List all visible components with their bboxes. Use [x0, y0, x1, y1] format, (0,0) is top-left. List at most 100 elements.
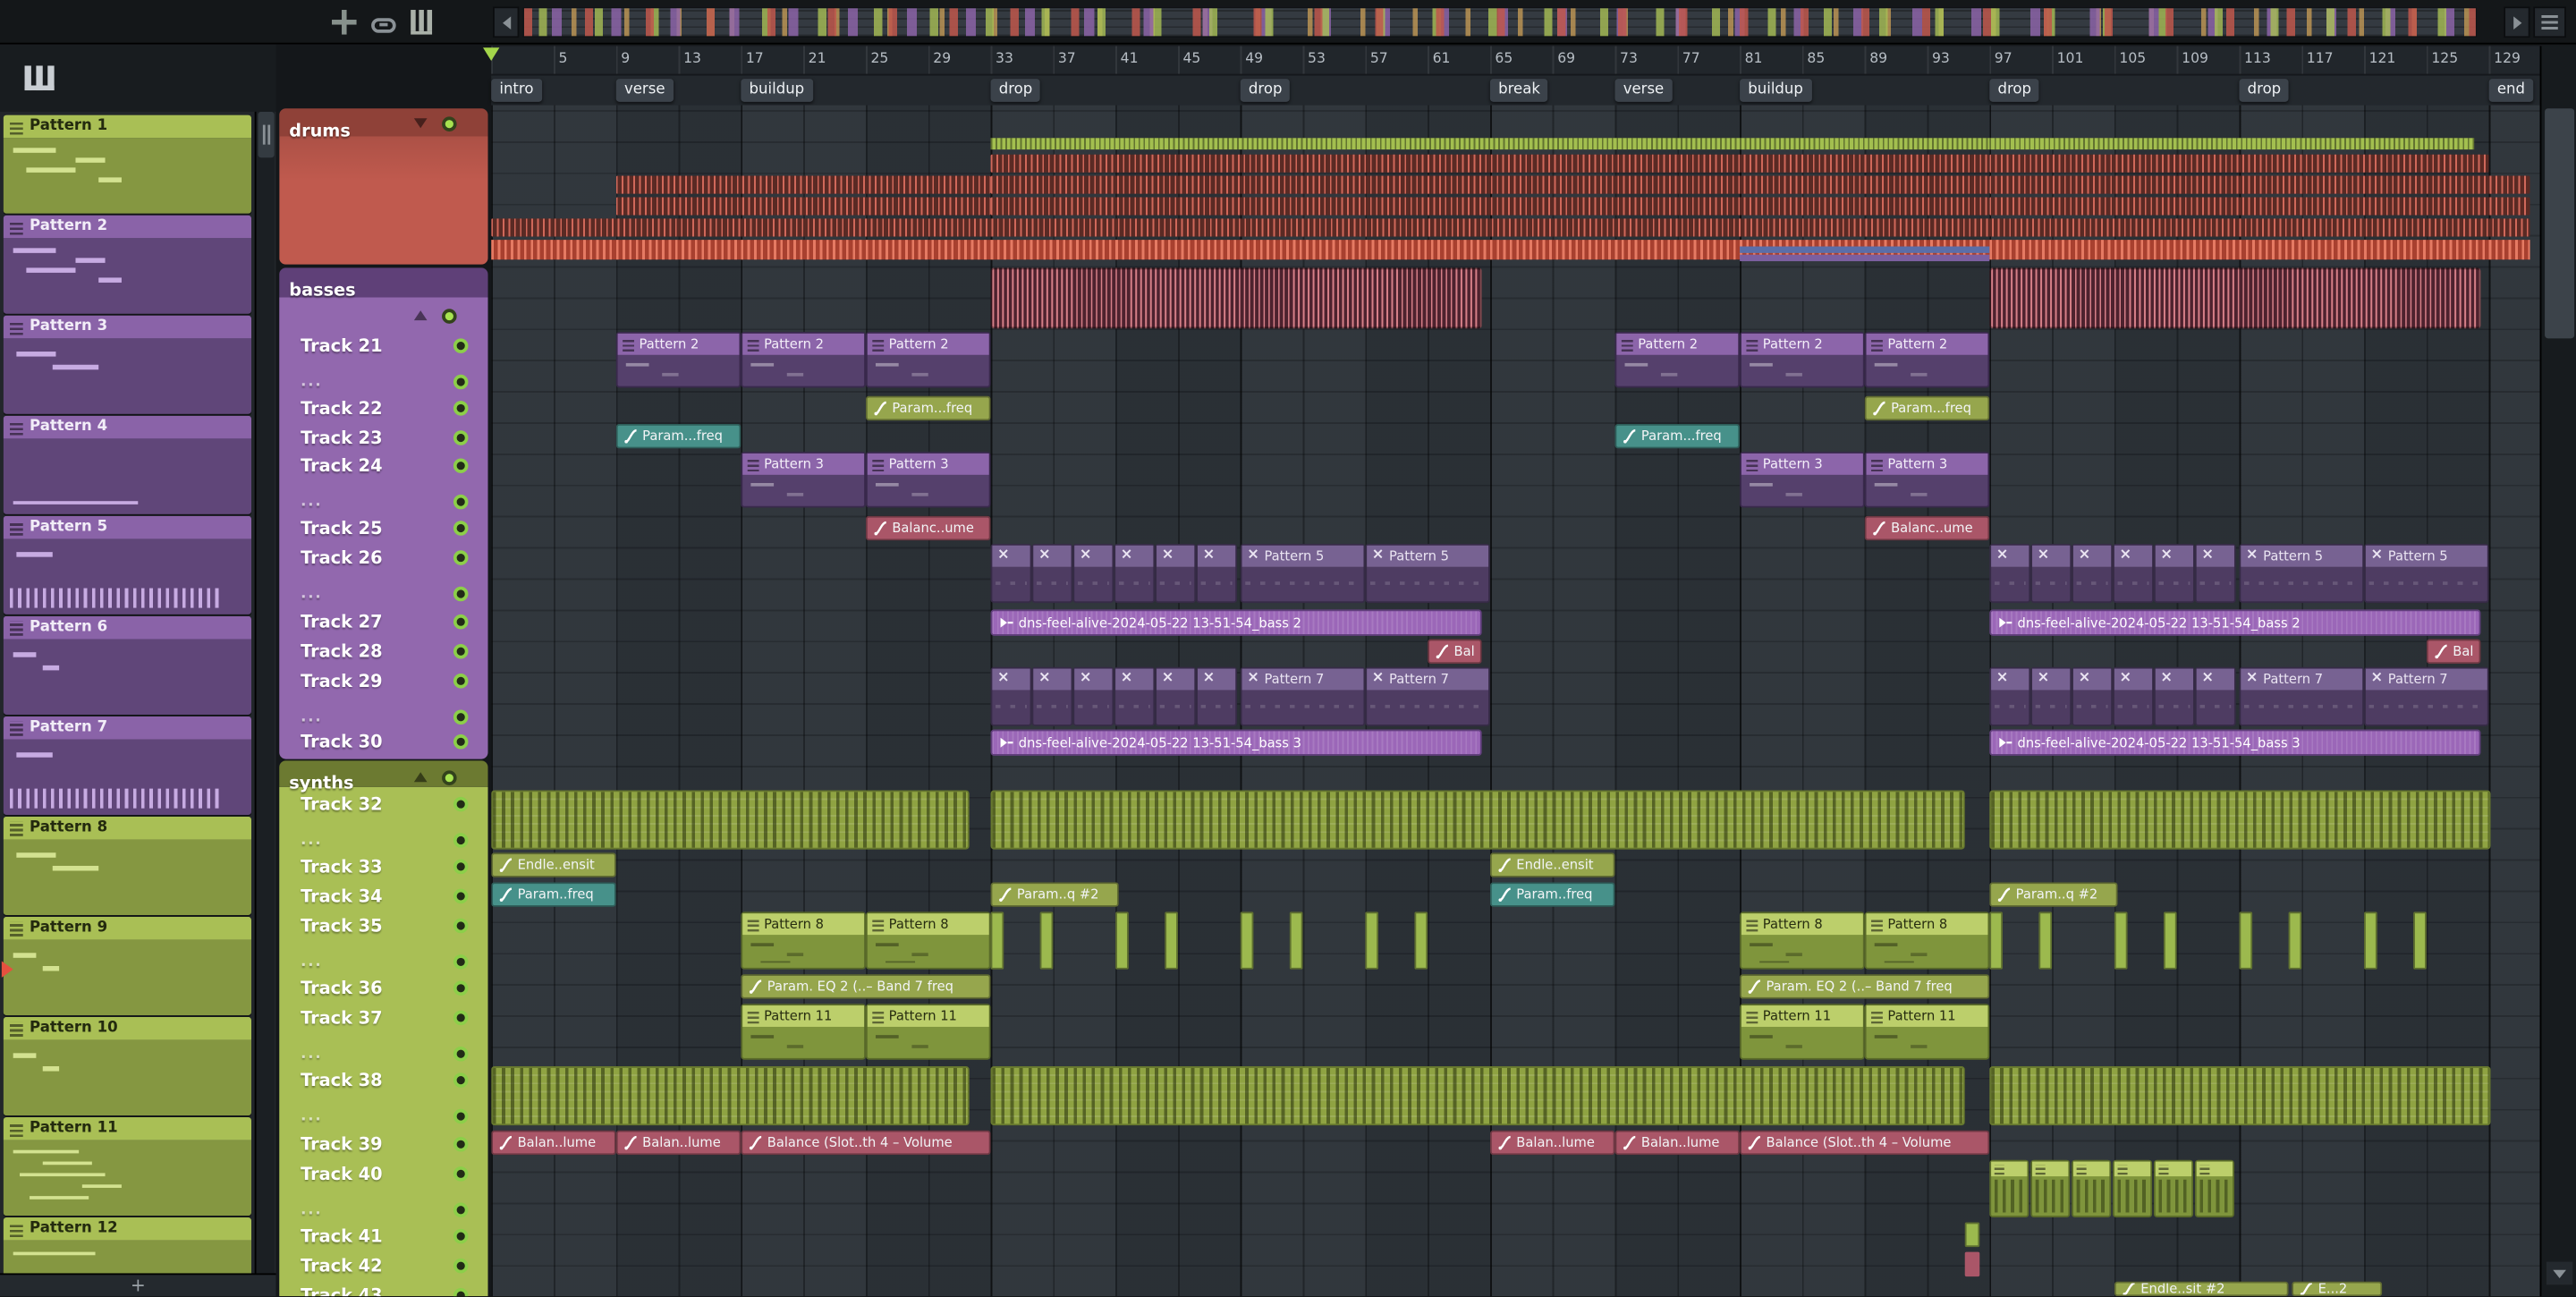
- automation-lane-row[interactable]: ...: [279, 1040, 487, 1068]
- track-mute-led[interactable]: [453, 796, 469, 812]
- muted-pattern-clip[interactable]: ×: [2113, 666, 2154, 726]
- automation-clip[interactable]: Balanc..ume: [865, 515, 991, 541]
- pattern-clip[interactable]: Pattern 11: [865, 1004, 991, 1060]
- strip-clip[interactable]: [1740, 254, 1990, 262]
- muted-pattern-clip[interactable]: × Pattern 7: [2239, 666, 2365, 726]
- automation-clip[interactable]: E...2: [2292, 1281, 2383, 1297]
- group-mute-led[interactable]: [442, 769, 457, 785]
- automation-clip[interactable]: Bal..: [2426, 639, 2481, 665]
- pattern-item[interactable]: Pattern 6: [3, 615, 252, 715]
- pattern-clip[interactable]: Pattern 3: [1864, 452, 1990, 508]
- minimap-scroll-left-button[interactable]: [493, 6, 520, 38]
- track-mute-led[interactable]: [453, 1010, 469, 1026]
- track-mute-led[interactable]: [453, 1287, 469, 1297]
- track-row[interactable]: Track 26: [279, 544, 487, 572]
- track-mute-led[interactable]: [453, 458, 469, 473]
- track-mute-led[interactable]: [453, 521, 469, 536]
- track-mute-led[interactable]: [453, 374, 469, 390]
- track-row[interactable]: Track 33: [279, 852, 487, 880]
- mini-clip[interactable]: [2413, 911, 2427, 970]
- muted-pattern-clip[interactable]: ×: [2153, 543, 2195, 604]
- track-row[interactable]: Track 38: [279, 1066, 487, 1094]
- track-row[interactable]: Track 22: [279, 394, 487, 422]
- drum-roll-clip[interactable]: [990, 175, 1990, 194]
- track-mute-led[interactable]: [453, 430, 469, 445]
- timeline-marker[interactable]: intro: [491, 78, 542, 101]
- automation-lane-row[interactable]: ...: [279, 580, 487, 607]
- pattern-clip[interactable]: Pattern 8: [865, 911, 991, 970]
- track-row[interactable]: Track 24: [279, 452, 487, 479]
- automation-clip[interactable]: Param. EQ 2 (..– Band 7 freq: [1740, 974, 1990, 999]
- track-mute-led[interactable]: [453, 1166, 469, 1182]
- pattern-clip[interactable]: Pattern 11: [1740, 1004, 1865, 1060]
- track-mute-led[interactable]: [453, 954, 469, 970]
- track-row[interactable]: Track 36: [279, 974, 487, 1002]
- mini-clip[interactable]: [1365, 911, 1379, 970]
- mini-clip[interactable]: [2239, 911, 2253, 970]
- track-row[interactable]: Track 28: [279, 638, 487, 665]
- muted-pattern-clip[interactable]: × Pattern 7: [2364, 666, 2489, 726]
- pattern-clip[interactable]: Pattern 11: [1864, 1004, 1990, 1060]
- muted-pattern-clip[interactable]: ×: [1155, 543, 1197, 604]
- scrollbar-thumb[interactable]: [258, 111, 275, 158]
- pattern-clip[interactable]: Pattern 3: [741, 452, 866, 508]
- muted-pattern-clip[interactable]: × Pattern 7: [1365, 666, 1490, 726]
- track-mute-led[interactable]: [453, 1258, 469, 1274]
- pattern-clip[interactable]: Pattern 2: [741, 332, 866, 388]
- muted-pattern-clip[interactable]: × Pattern 7: [1240, 666, 1366, 726]
- timeline-marker[interactable]: drop: [2239, 78, 2290, 101]
- track-mute-led[interactable]: [453, 833, 469, 848]
- timeline-marker[interactable]: break: [1489, 78, 1549, 101]
- automation-clip[interactable]: Balan..lume: [615, 1130, 741, 1156]
- automation-lane-row[interactable]: ...: [279, 948, 487, 976]
- pattern-clip[interactable]: Pattern 2: [615, 332, 741, 388]
- timeline-marker[interactable]: buildup: [1740, 78, 1812, 101]
- automation-clip[interactable]: Balance (Slot..th 4 – Volume: [741, 1130, 991, 1156]
- move-icon[interactable]: [332, 10, 357, 35]
- automation-clip[interactable]: Param...freq: [1614, 423, 1741, 449]
- muted-pattern-clip[interactable]: ×: [1196, 543, 1238, 604]
- muted-pattern-clip[interactable]: ×: [990, 543, 1032, 604]
- note-roll-clip[interactable]: [491, 1066, 970, 1126]
- pattern-clip[interactable]: Pattern 3: [865, 452, 991, 508]
- mini-clip[interactable]: [1289, 911, 1303, 970]
- collapse-arrow-icon[interactable]: [413, 310, 428, 321]
- muted-pattern-clip[interactable]: ×: [2072, 666, 2114, 726]
- track-mute-led[interactable]: [453, 1072, 469, 1088]
- pattern-clip[interactable]: [1989, 1159, 2029, 1218]
- note-roll-clip[interactable]: [1989, 1066, 2491, 1126]
- add-pattern-button-bottom[interactable]: +: [131, 1275, 146, 1296]
- pattern-item[interactable]: Pattern 2: [3, 215, 252, 314]
- automation-lane-row[interactable]: ...: [279, 703, 487, 731]
- timeline-marker[interactable]: verse: [1614, 78, 1673, 101]
- track-mute-led[interactable]: [453, 709, 469, 725]
- group-mute-led[interactable]: [442, 115, 457, 131]
- automation-clip[interactable]: Balan..lume: [1614, 1130, 1741, 1156]
- strip-clip[interactable]: [1740, 246, 1990, 253]
- automation-lane-row[interactable]: ...: [279, 1196, 487, 1224]
- mini-automation-clip[interactable]: [1964, 1251, 1980, 1277]
- track-row[interactable]: Track 40: [279, 1160, 487, 1188]
- mini-clip[interactable]: [1039, 911, 1054, 970]
- note-roll-clip[interactable]: [990, 1066, 1965, 1126]
- mini-clip[interactable]: [1414, 911, 1428, 970]
- automation-clip[interactable]: Param...freq: [615, 423, 741, 449]
- automation-clip[interactable]: Param..q #2: [990, 882, 1119, 907]
- timeline-marker[interactable]: drop: [1989, 78, 2040, 101]
- audio-clip[interactable]: dns-feel-alive-2024-05-22 13-51-54_bass …: [1989, 729, 2481, 756]
- pattern-item[interactable]: Pattern 1: [3, 114, 252, 214]
- automation-clip[interactable]: Balance (Slot..th 4 – Volume: [1740, 1130, 1990, 1156]
- track-row[interactable]: Track 30: [279, 728, 487, 756]
- automation-clip[interactable]: Balanc..ume: [1864, 515, 1990, 541]
- automation-lane-row[interactable]: ...: [279, 1102, 487, 1130]
- pattern-clip[interactable]: [2153, 1159, 2194, 1218]
- audio-clip[interactable]: dns-feel-alive-2024-05-22 13-51-54_bass …: [990, 609, 1482, 636]
- track-row[interactable]: Track 27: [279, 608, 487, 636]
- pattern-clip[interactable]: Pattern 11: [741, 1004, 866, 1060]
- timeline-marker[interactable]: drop: [990, 78, 1041, 101]
- automation-clip[interactable]: Param...freq: [1864, 395, 1990, 421]
- track-mute-led[interactable]: [453, 401, 469, 416]
- track-row[interactable]: Track 35: [279, 911, 487, 939]
- automation-clip[interactable]: Bal..: [1428, 639, 1482, 665]
- mini-clip[interactable]: [1964, 1222, 1980, 1248]
